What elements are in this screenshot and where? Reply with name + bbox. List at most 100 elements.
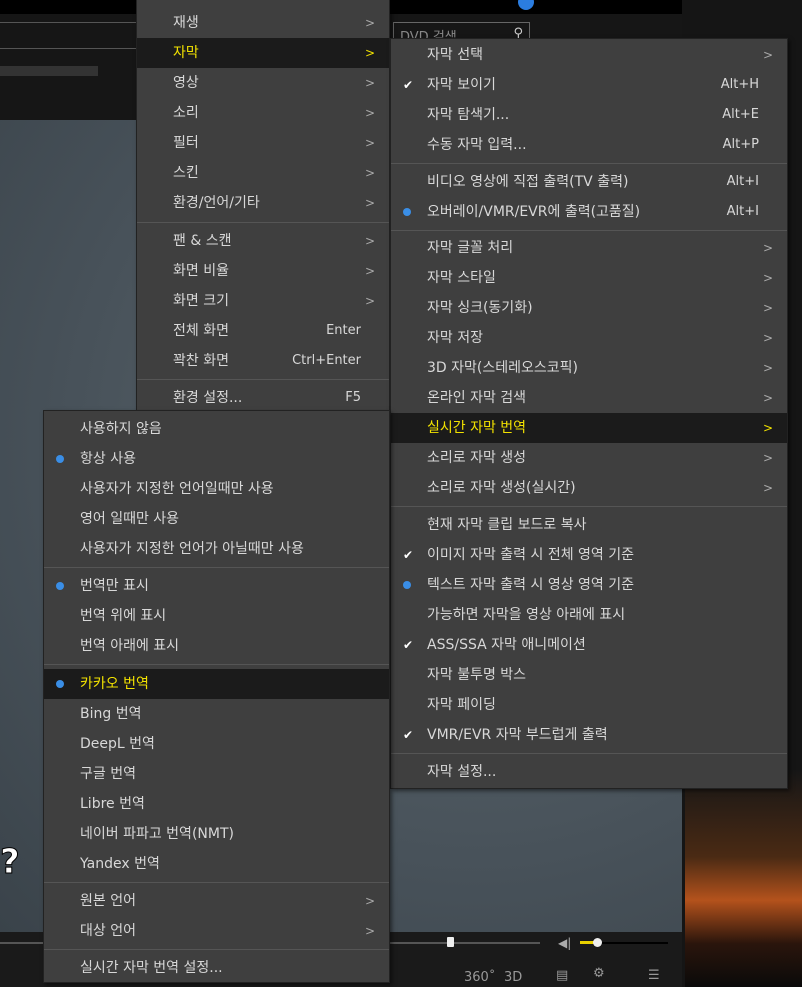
chevron-right-icon: > [364, 16, 375, 30]
3d-button[interactable]: 3D [504, 970, 522, 985]
radio-dot-icon [403, 581, 411, 589]
gear-icon[interactable]: ⚙ [593, 966, 605, 981]
menu-item[interactable]: 꽉찬 화면 Ctrl+Enter [137, 346, 389, 376]
address-bar [0, 66, 98, 76]
menu-item[interactable]: Bing 번역 [44, 699, 389, 729]
menu-item[interactable]: 카카오 번역 [44, 669, 389, 699]
menu-item[interactable]: 번역 위에 표시 [44, 601, 389, 631]
menu-item[interactable]: 자막 > [137, 38, 389, 68]
menu-item[interactable]: 자막 불투명 박스 [391, 660, 787, 690]
menu-item[interactable]: 영어 일때만 사용 [44, 504, 389, 534]
radio-dot-icon [56, 455, 64, 463]
menu-item[interactable]: 네이버 파파고 번역(NMT) [44, 819, 389, 849]
check-icon: ✔ [402, 548, 414, 562]
menu-item[interactable]: 현재 자막 클립 보드로 복사 [391, 510, 787, 540]
menu-item[interactable]: 자막 설정... [391, 757, 787, 787]
menu-item[interactable]: 사용자가 지정한 언어일때만 사용 [44, 474, 389, 504]
divider [0, 22, 136, 23]
menu-item[interactable]: 자막 페이딩 [391, 690, 787, 720]
menu-item[interactable]: 실시간 자막 번역 설정... [44, 953, 389, 983]
menu-item-label: 전체 화면 [173, 323, 229, 339]
menu-item[interactable]: 온라인 자막 검색 > [391, 383, 787, 413]
chevron-right-icon: > [762, 271, 773, 285]
menu-item-label: 자막 저장 [427, 330, 483, 346]
menu-item[interactable]: 소리로 자막 생성(실시간) > [391, 473, 787, 503]
menu-item[interactable]: Yandex 번역 [44, 849, 389, 879]
menu-item[interactable]: 자막 스타일 > [391, 263, 787, 293]
chevron-right-icon: > [762, 391, 773, 405]
check-icon: ✔ [402, 728, 414, 742]
menu-item[interactable]: 사용자가 지정한 언어가 아닐때만 사용 [44, 534, 389, 564]
menu-item[interactable]: 가능하면 자막을 영상 아래에 표시 [391, 600, 787, 630]
menu-item-label: 환경 설정... [173, 390, 243, 406]
menu-item-label: 소리 [173, 105, 199, 121]
main-context-menu: 재생 > 자막 > 영상 > 소리 > 필터 > 스킨 > 환경/언어/기타 > 팬 & 스캔 > 화면 비율 >… [136, 0, 390, 412]
menu-item[interactable]: 번역만 표시 [44, 571, 389, 601]
chevron-right-icon: > [364, 76, 375, 90]
menu-item[interactable]: 화면 비율 > [137, 256, 389, 286]
menu-item[interactable]: 사용하지 않음 [44, 414, 389, 444]
menu-item[interactable]: 오버레이/VMR/EVR에 출력(고품질) Alt+I [391, 197, 787, 227]
menu-item[interactable]: 자막 저장 > [391, 323, 787, 353]
chevron-right-icon: > [364, 894, 375, 908]
menu-item[interactable]: 항상 사용 [44, 444, 389, 474]
chevron-right-icon: > [762, 451, 773, 465]
playlist-icon[interactable]: ▤ [556, 968, 568, 983]
menu-item-shortcut: Alt+H [720, 77, 759, 92]
menu-item[interactable]: 수동 자막 입력... Alt+P [391, 130, 787, 160]
menu-item[interactable]: 소리로 자막 생성 > [391, 443, 787, 473]
menu-item[interactable]: 필터 > [137, 128, 389, 158]
menu-item[interactable]: 전체 화면 Enter [137, 316, 389, 346]
menu-item[interactable]: 자막 글꼴 처리 > [391, 233, 787, 263]
menu-item[interactable]: 비디오 영상에 직접 출력(TV 출력) Alt+I [391, 167, 787, 197]
menu-item[interactable]: ✔ 이미지 자막 출력 시 전체 영역 기준 [391, 540, 787, 570]
menu-item-label: 이미지 자막 출력 시 전체 영역 기준 [427, 547, 635, 563]
menu-item[interactable]: 3D 자막(스테레오스코픽) > [391, 353, 787, 383]
chevron-right-icon: > [762, 481, 773, 495]
menu-separator [391, 230, 787, 231]
menu-item-label: 영어 일때만 사용 [80, 511, 180, 527]
chevron-right-icon: > [364, 46, 375, 60]
menu-item[interactable]: Libre 번역 [44, 789, 389, 819]
menu-item-label: 자막 불투명 박스 [427, 667, 527, 683]
chevron-right-icon: > [364, 234, 375, 248]
menu-item-label: 소리로 자막 생성(실시간) [427, 480, 576, 496]
chevron-right-icon: > [762, 48, 773, 62]
menu-item[interactable]: 영상 > [137, 68, 389, 98]
menu-item[interactable]: 텍스트 자막 출력 시 영상 영역 기준 [391, 570, 787, 600]
menu-item[interactable]: 자막 탐색기... Alt+E [391, 100, 787, 130]
menu-item[interactable]: 실시간 자막 번역 > [391, 413, 787, 443]
menu-item[interactable]: 팬 & 스캔 > [137, 226, 389, 256]
menu-item[interactable]: 원본 언어 > [44, 886, 389, 916]
menu-item-label: 자막 보이기 [427, 77, 496, 93]
menu-item-label: 자막 탐색기... [427, 107, 510, 123]
seek-handle[interactable] [447, 937, 454, 947]
360-button[interactable]: 360˚ [464, 970, 495, 985]
menu-item[interactable]: 자막 선택 > [391, 40, 787, 70]
menu-icon[interactable]: ☰ [648, 968, 660, 983]
menu-item[interactable]: 재생 > [137, 8, 389, 38]
menu-item[interactable]: 구글 번역 [44, 759, 389, 789]
menu-item[interactable]: ✔ VMR/EVR 자막 부드럽게 출력 [391, 720, 787, 750]
check-icon: ✔ [402, 78, 414, 92]
chevron-right-icon: > [364, 924, 375, 938]
video-subtitle-glyph: ? [0, 842, 20, 883]
menu-item[interactable]: 환경 설정... F5 [137, 383, 389, 413]
menu-item[interactable]: DeepL 번역 [44, 729, 389, 759]
volume-handle[interactable] [593, 938, 602, 947]
menu-item[interactable]: 대상 언어 > [44, 916, 389, 946]
menu-item[interactable]: 번역 아래에 표시 [44, 631, 389, 661]
menu-item[interactable]: ✔ 자막 보이기 Alt+H [391, 70, 787, 100]
menu-item[interactable]: 소리 > [137, 98, 389, 128]
menu-item-shortcut: Alt+I [726, 174, 759, 189]
menu-item[interactable]: 자막 싱크(동기화) > [391, 293, 787, 323]
menu-item-shortcut: Alt+E [722, 107, 759, 122]
menu-item[interactable]: ✔ ASS/SSA 자막 애니메이션 [391, 630, 787, 660]
volume-icon[interactable]: ◀| [558, 936, 571, 950]
menu-item-label: 필터 [173, 135, 199, 151]
menu-item[interactable]: 화면 크기 > [137, 286, 389, 316]
menu-separator [44, 567, 389, 568]
menu-item-label: 대상 언어 [80, 923, 136, 939]
menu-item[interactable]: 스킨 > [137, 158, 389, 188]
menu-item[interactable]: 환경/언어/기타 > [137, 188, 389, 218]
